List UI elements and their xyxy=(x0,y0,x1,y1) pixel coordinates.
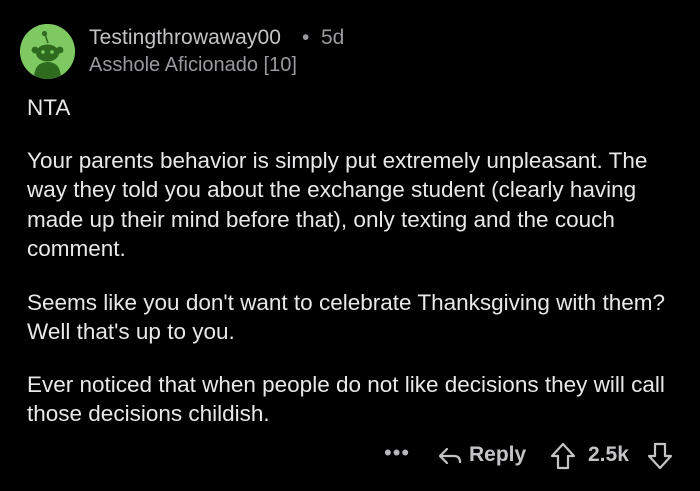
comment-body: NTA Your parents behavior is simply put … xyxy=(27,93,677,429)
comment-paragraph: Your parents behavior is simply put extr… xyxy=(27,147,648,262)
upvote-arrow-icon[interactable] xyxy=(550,442,576,470)
comment-age: 5d xyxy=(321,26,345,49)
snoo-avatar-icon[interactable] xyxy=(20,24,75,79)
comment-paragraph: Ever noticed that when people do not lik… xyxy=(27,371,665,427)
reply-arrow-icon[interactable] xyxy=(437,444,463,468)
comment-author[interactable]: Testingthrowaway00 xyxy=(89,26,281,50)
downvote-arrow-icon[interactable] xyxy=(647,442,673,470)
comment: Testingthrowaway00 • 5d Asshole Aficiona… xyxy=(0,0,700,491)
vote-score: 2.5k xyxy=(588,443,629,466)
comment-actions: ••• Reply 2.5k xyxy=(0,440,700,472)
comment-paragraph: NTA xyxy=(27,95,71,120)
more-options-icon[interactable]: ••• xyxy=(384,440,410,466)
user-flair: Asshole Aficionado [10] xyxy=(89,54,297,76)
meta-separator: • xyxy=(302,26,310,49)
comment-paragraph: Seems like you don't want to celebrate T… xyxy=(27,289,665,345)
reply-button[interactable]: Reply xyxy=(469,443,526,467)
